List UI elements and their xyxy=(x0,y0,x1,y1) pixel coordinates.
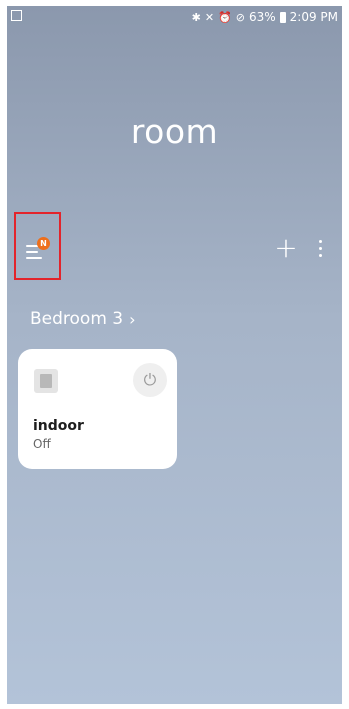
image-notification-icon xyxy=(11,10,22,21)
more-dot xyxy=(319,240,322,243)
do-not-disturb-icon: ⊘ xyxy=(235,10,245,24)
device-name: indoor xyxy=(33,418,84,434)
plus-icon: + xyxy=(274,231,298,264)
more-dot xyxy=(319,254,322,257)
status-icons: ✱ ✕ ⏰ ⊘ 63% 2:09 PM xyxy=(192,10,338,24)
app-screen: ✱ ✕ ⏰ ⊘ 63% 2:09 PM room N + Bedroom 3 ›… xyxy=(7,6,342,704)
power-icon: ⏻ xyxy=(143,370,157,389)
battery-icon xyxy=(279,11,286,23)
clock: 2:09 PM xyxy=(289,10,338,24)
device-state: Off xyxy=(33,437,51,451)
page-title: room xyxy=(130,112,219,151)
alarm-icon: ⏰ xyxy=(218,10,232,24)
room-selector[interactable]: Bedroom 3 › xyxy=(30,309,136,329)
chevron-right-icon: › xyxy=(129,309,136,329)
menu-line xyxy=(26,251,38,253)
room-name: Bedroom 3 xyxy=(30,309,124,329)
device-icon xyxy=(34,369,58,393)
device-icon-inner xyxy=(40,374,52,388)
battery-percent: 63% xyxy=(248,10,276,24)
notification-badge: N xyxy=(37,237,50,250)
menu-line xyxy=(26,257,42,259)
mute-icon: ✕ xyxy=(204,10,215,24)
bluetooth-icon: ✱ xyxy=(191,10,201,24)
power-button[interactable]: ⏻ xyxy=(133,363,167,397)
more-options-button[interactable] xyxy=(316,238,326,260)
more-dot xyxy=(319,247,322,250)
add-button[interactable]: + xyxy=(274,234,298,262)
status-bar: ✱ ✕ ⏰ ⊘ 63% 2:09 PM xyxy=(7,6,342,30)
menu-button[interactable]: N xyxy=(26,237,50,262)
device-card[interactable]: ⏻ indoor Off xyxy=(18,349,177,469)
